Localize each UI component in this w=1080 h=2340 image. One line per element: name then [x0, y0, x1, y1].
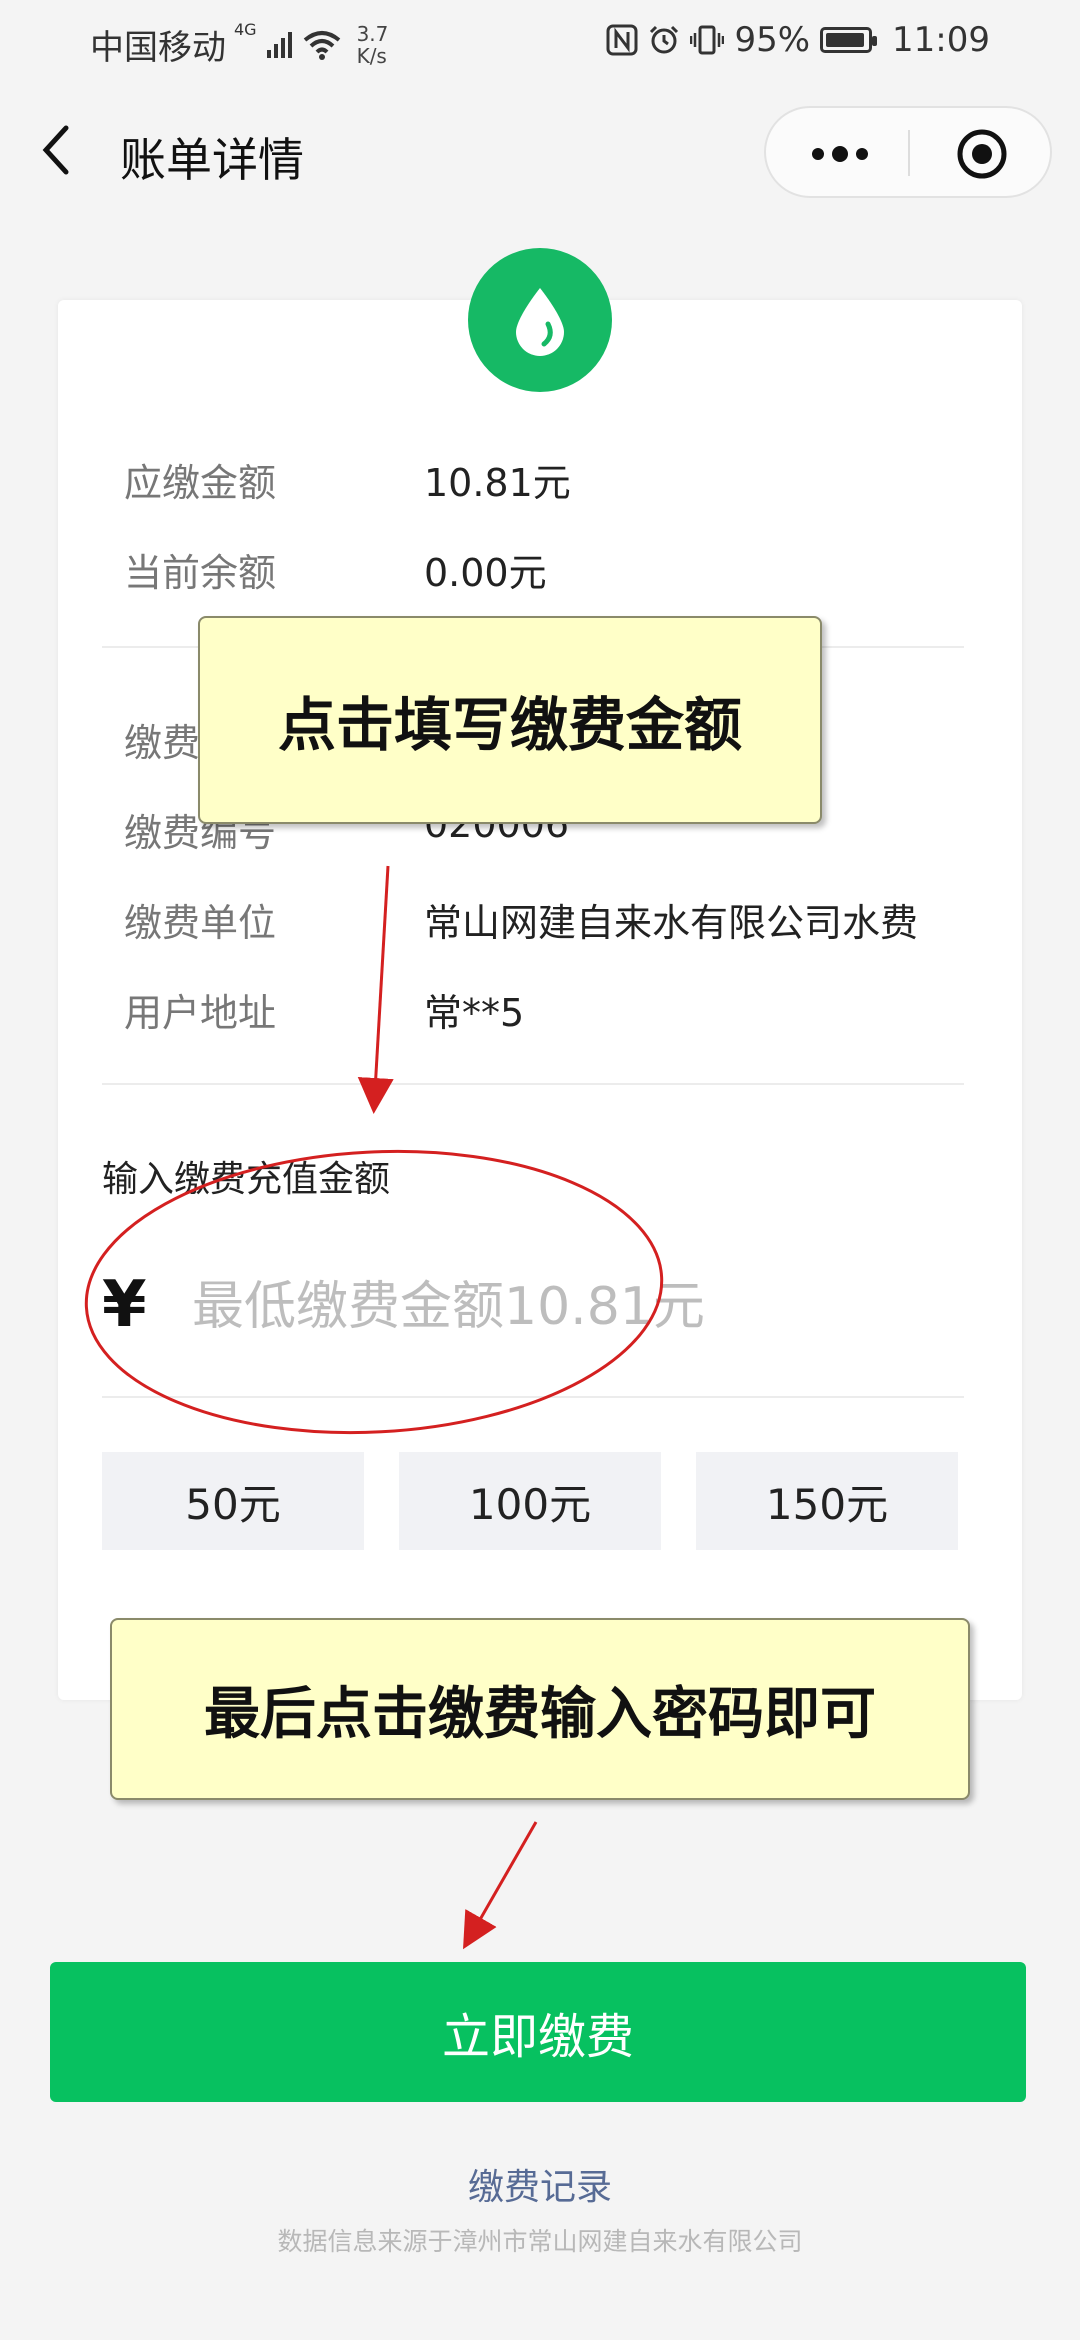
divider [102, 1083, 964, 1085]
vibrate-icon [690, 25, 725, 55]
wifi-icon [303, 30, 340, 60]
recharge-amount-input[interactable] [192, 1262, 982, 1352]
water-drop-badge [468, 248, 612, 392]
preset-amount-150[interactable]: 150元 [696, 1452, 958, 1550]
mini-program-capsule [764, 106, 1052, 198]
due-amount-label: 应缴金额 [124, 461, 277, 505]
data-source-note: 数据信息来源于漳州市常山网建自来水有限公司 [277, 2227, 803, 2256]
back-icon[interactable] [36, 120, 76, 180]
battery-level [826, 33, 865, 47]
battery-icon [820, 27, 878, 53]
payment-unit-label: 缴费单位 [124, 901, 277, 945]
divider [102, 1396, 964, 1398]
payment-records-link[interactable]: 缴费记录 [0, 2158, 1080, 2210]
annotation-note-pay: 最后点击缴费输入密码即可 [110, 1618, 970, 1800]
network-label: 4G [234, 20, 257, 39]
balance-label: 当前余额 [124, 551, 277, 595]
close-mini-program-icon[interactable] [956, 128, 1008, 180]
annotation-note-fill-amount: 点击填写缴费金额 [198, 616, 822, 824]
net-speed-value: 3.7 [356, 21, 389, 46]
due-amount-value: 10.81元 [424, 461, 571, 505]
nfc-icon [606, 24, 638, 56]
preset-amount-50[interactable]: 50元 [102, 1452, 364, 1550]
net-speed-unit: K/s [356, 43, 387, 68]
net-speed: 3.7 K/s [357, 23, 389, 67]
address-label: 用户地址 [124, 991, 277, 1035]
status-bar-right: 95% 11:09 [606, 20, 990, 60]
recharge-amount-label: 输入缴费充值金额 [102, 1159, 391, 1200]
currency-symbol: ¥ [102, 1268, 147, 1342]
payer-label: 缴费 [124, 721, 201, 765]
annotation-arrow [463, 1821, 538, 1950]
address-value: 常**5 [424, 991, 525, 1035]
more-icon[interactable] [808, 142, 872, 166]
preset-amount-100[interactable]: 100元 [399, 1452, 661, 1550]
carrier-label: 中国移动 [90, 28, 226, 68]
pay-now-button[interactable]: 立即缴费 [50, 1962, 1026, 2102]
battery-percent: 95% [734, 20, 811, 60]
clock: 11:09 [892, 20, 990, 60]
alarm-icon [650, 25, 679, 54]
balance-value: 0.00元 [424, 551, 547, 595]
signal-icon [266, 31, 292, 58]
water-drop-icon [516, 288, 564, 356]
capsule-divider [908, 130, 910, 176]
page-title: 账单详情 [120, 133, 304, 187]
status-bar-left: 中国移动 4G 3.7 K/s [90, 20, 388, 69]
payment-unit-value: 常山网建自来水有限公司水费 [424, 901, 919, 945]
